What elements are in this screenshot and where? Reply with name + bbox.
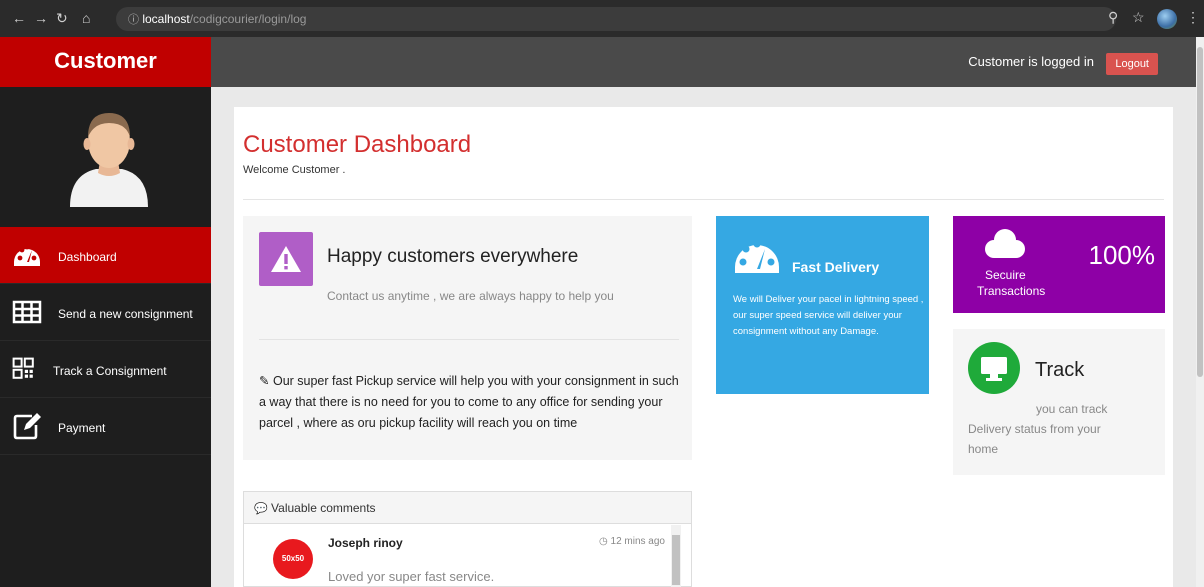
sidebar: Customer Dashboard Send a new consignmen…	[0, 37, 211, 587]
edit-icon	[13, 413, 41, 440]
speedometer-icon	[735, 240, 779, 273]
track-text-line3: home	[968, 442, 999, 456]
key-icon[interactable]: ⚲	[1108, 9, 1118, 26]
clock-icon: ◷	[599, 536, 608, 547]
comments-panel: 💬 Valuable comments 50x50 Joseph rinoy ◷…	[243, 491, 692, 587]
secure-transactions-card: Secuire Transactions 100%	[953, 216, 1165, 313]
page-title: Customer Dashboard	[243, 131, 472, 158]
user-avatar-icon	[70, 113, 148, 207]
comment-item: 50x50 Joseph rinoy ◷ 12 mins ago Loved y…	[244, 524, 691, 587]
sidebar-item-label: Payment	[58, 421, 106, 435]
comments-scrollbar[interactable]	[671, 525, 681, 587]
track-text-line2: Delivery status from your	[968, 422, 1101, 436]
sidebar-item-track-consignment[interactable]: Track a Consignment	[0, 341, 211, 398]
secure-label-line1: Secuire	[985, 268, 1026, 282]
monitor-icon	[968, 342, 1020, 394]
secure-label-line2: Transactions	[977, 284, 1046, 298]
divider	[259, 339, 679, 340]
reload-icon[interactable]: ↻	[56, 10, 68, 27]
grid-icon	[12, 300, 42, 324]
happy-description: ✎ Our super fast Pickup service will hel…	[259, 371, 684, 434]
login-status: Customer is logged in	[968, 54, 1094, 69]
comment-author: Joseph rinoy	[328, 536, 403, 550]
happy-customers-card: Happy customers everywhere Contact us an…	[243, 216, 692, 460]
happy-subtitle: Contact us anytime , we are always happy…	[327, 289, 614, 303]
divider	[243, 199, 1164, 200]
browser-toolbar: ← → ↻ ⌂ ⓘ localhost/codigcourier/login/l…	[0, 0, 1204, 37]
warning-icon	[259, 232, 313, 286]
url-path: /codigcourier/login/log	[189, 12, 307, 26]
url-host: localhost	[142, 12, 190, 26]
fast-delivery-card: Fast Delivery We will Deliver your pacel…	[716, 216, 929, 394]
back-arrow-icon[interactable]: ←	[12, 10, 26, 26]
happy-description-text: Our super fast Pickup service will help …	[259, 374, 679, 430]
comment-avatar: 50x50	[273, 539, 313, 579]
comment-time: ◷ 12 mins ago	[599, 536, 665, 547]
comments-icon: 💬	[254, 503, 268, 515]
page-scrollbar[interactable]	[1196, 37, 1204, 587]
track-text-line1: you can track	[1036, 402, 1108, 416]
star-icon[interactable]: ☆	[1132, 9, 1145, 26]
home-icon[interactable]: ⌂	[82, 10, 90, 26]
forward-arrow-icon[interactable]: →	[34, 10, 48, 26]
track-title: Track	[1035, 359, 1085, 381]
comment-time-text: 12 mins ago	[610, 536, 665, 547]
track-text: you can track Delivery status from your …	[968, 399, 1148, 459]
comments-header: 💬 Valuable comments	[244, 492, 691, 524]
happy-title: Happy customers everywhere	[327, 246, 579, 267]
dashboard-icon	[14, 244, 40, 266]
sidebar-item-label: Send a new consignment	[58, 307, 193, 321]
sidebar-item-dashboard[interactable]: Dashboard	[0, 227, 211, 284]
edit-icon: ✎	[259, 374, 270, 388]
comments-header-label: Valuable comments	[271, 501, 376, 515]
qrcode-icon	[12, 357, 34, 379]
sidebar-item-send-consignment[interactable]: Send a new consignment	[0, 284, 211, 341]
sidebar-brand: Customer	[0, 37, 211, 87]
track-card: Track you can track Delivery status from…	[953, 329, 1165, 475]
avatar-area	[0, 87, 211, 227]
secure-percent: 100%	[1088, 240, 1156, 270]
sidebar-item-label: Dashboard	[58, 250, 117, 264]
profile-avatar[interactable]	[1157, 9, 1177, 29]
welcome-text: Welcome Customer .	[243, 164, 346, 176]
comment-text: Loved yor super fast service.	[328, 569, 495, 584]
fast-delivery-text: We will Deliver your pacel in lightning …	[733, 294, 924, 337]
info-icon: ⓘ	[128, 14, 139, 26]
fast-delivery-title: Fast Delivery	[792, 259, 880, 275]
menu-kebab-icon[interactable]: ⋮	[1186, 9, 1200, 26]
secure-label: Secuire Transactions	[977, 267, 1045, 299]
cloud-icon	[985, 229, 1025, 258]
sidebar-item-label: Track a Consignment	[53, 364, 167, 378]
top-bar: Customer is logged in Logout	[211, 37, 1204, 87]
dashboard-panel: Customer Dashboard Welcome Customer . Ha…	[234, 107, 1173, 587]
address-bar[interactable]: ⓘ localhost/codigcourier/login/log	[116, 7, 1116, 31]
sidebar-item-payment[interactable]: Payment	[0, 398, 211, 455]
logout-button[interactable]: Logout	[1106, 53, 1158, 75]
